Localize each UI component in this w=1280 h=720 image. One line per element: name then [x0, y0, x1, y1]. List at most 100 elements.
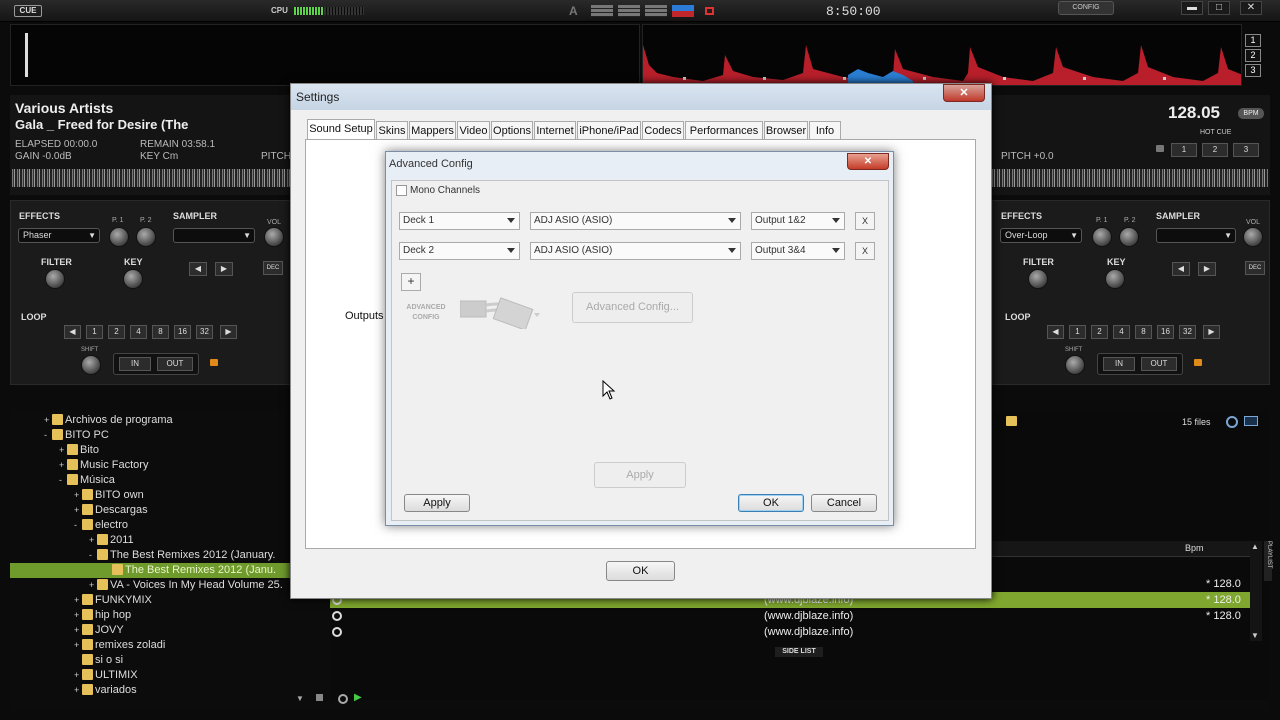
left-loop-in-button[interactable]: IN: [119, 357, 151, 371]
deck2-remove-button[interactable]: X: [855, 242, 875, 260]
tab-iphone-ipad[interactable]: iPhone/iPad: [577, 121, 641, 140]
left-loop-8-button[interactable]: 8: [152, 325, 169, 339]
tree-toggle-icon[interactable]: +: [74, 683, 82, 698]
left-loop-halve-button[interactable]: ◀: [64, 325, 81, 339]
right-loop-double-button[interactable]: ▶: [1203, 325, 1220, 339]
side-list-tab[interactable]: SIDE LIST: [775, 647, 823, 657]
left-loop-4-button[interactable]: 4: [130, 325, 147, 339]
tree-item[interactable]: + ULTIMIX: [10, 668, 328, 683]
right-loop-halve-button[interactable]: ◀: [1047, 325, 1064, 339]
lock-icon[interactable]: [1194, 359, 1202, 366]
left-key-knob[interactable]: [123, 269, 143, 289]
right-shift-knob[interactable]: [1065, 355, 1085, 375]
tree-item[interactable]: + variados: [10, 683, 328, 698]
deck1-remove-button[interactable]: X: [855, 212, 875, 230]
deck1-driver-select[interactable]: ADJ ASIO (ASIO): [530, 212, 741, 230]
tree-toggle-icon[interactable]: +: [74, 668, 82, 683]
right-sampler-prev-button[interactable]: ◀: [1172, 262, 1190, 276]
tree-toggle-icon[interactable]: +: [44, 413, 52, 428]
table-row[interactable]: (www.djblaze.info): [330, 624, 1250, 640]
tree-toggle-icon[interactable]: -: [74, 518, 82, 533]
tree-toggle-icon[interactable]: +: [74, 608, 82, 623]
mono-channels-checkbox[interactable]: [396, 185, 407, 196]
left-mini-waveform[interactable]: [12, 169, 290, 187]
tree-item[interactable]: - Música: [10, 473, 328, 488]
left-sampler-next-button[interactable]: ▶: [215, 262, 233, 276]
add-row-button[interactable]: +: [401, 273, 421, 291]
right-loop-1-button[interactable]: 1: [1069, 325, 1086, 339]
deck1-output-select[interactable]: Output 1&2: [751, 212, 845, 230]
right-loop-2-button[interactable]: 2: [1091, 325, 1108, 339]
hot-cue-3[interactable]: 3: [1233, 143, 1259, 157]
right-loop-16-button[interactable]: 16: [1157, 325, 1174, 339]
right-sampler-next-button[interactable]: ▶: [1198, 262, 1216, 276]
config-button[interactable]: CONFIG: [1058, 1, 1114, 15]
record-icon[interactable]: [705, 7, 714, 15]
tree-item[interactable]: + VA - Voices In My Head Volume 25.: [10, 578, 328, 593]
right-mini-waveform[interactable]: [992, 169, 1268, 187]
deck-3-selector[interactable]: 3: [1245, 64, 1261, 77]
hot-cue-1[interactable]: 1: [1171, 143, 1197, 157]
tab-codecs[interactable]: Codecs: [642, 121, 684, 140]
tab-sound-setup[interactable]: Sound Setup: [307, 119, 375, 140]
maximize-button[interactable]: □: [1208, 1, 1230, 15]
tree-toggle-icon[interactable]: +: [74, 503, 82, 518]
layout-icon-2[interactable]: [618, 5, 640, 17]
bpm-column-header[interactable]: Bpm: [1185, 543, 1204, 553]
search-icon[interactable]: [338, 694, 348, 704]
inner-apply-button[interactable]: Apply: [594, 462, 686, 488]
left-effect-select[interactable]: Phaser ▼: [18, 228, 100, 243]
layout-icon-1[interactable]: [591, 5, 613, 17]
tab-mappers[interactable]: Mappers: [409, 121, 456, 140]
tree-item[interactable]: + Bito: [10, 443, 328, 458]
left-sampler-prev-button[interactable]: ◀: [189, 262, 207, 276]
advanced-config-button[interactable]: Advanced Config...: [572, 292, 693, 323]
left-shift-knob[interactable]: [81, 355, 101, 375]
right-loop-8-button[interactable]: 8: [1135, 325, 1152, 339]
left-sampler-select[interactable]: ▼: [173, 228, 255, 243]
right-loop-in-button[interactable]: IN: [1103, 357, 1135, 371]
tree-item[interactable]: + Archivos de programa: [10, 413, 328, 428]
right-effect-select[interactable]: Over-Loop ▼: [1000, 228, 1082, 243]
file-list-scrollbar[interactable]: ▲ ▼: [1250, 541, 1262, 641]
cancel-button[interactable]: Cancel: [811, 494, 877, 512]
deck1-select[interactable]: Deck 1: [399, 212, 520, 230]
tree-toggle-icon[interactable]: +: [59, 443, 67, 458]
tree-item[interactable]: + hip hop: [10, 608, 328, 623]
tree-item[interactable]: The Best Remixes 2012 (Janu.: [10, 563, 328, 578]
tree-item[interactable]: + BITO own: [10, 488, 328, 503]
lock-icon[interactable]: [210, 359, 218, 366]
right-loop-32-button[interactable]: 32: [1179, 325, 1196, 339]
tab-performances[interactable]: Performances: [685, 121, 763, 140]
scroll-down-icon[interactable]: ▼: [1251, 631, 1259, 640]
right-p2-knob[interactable]: [1119, 227, 1139, 247]
tree-scroll-down-icon[interactable]: ▼: [296, 694, 304, 703]
settings-close-button[interactable]: ✕: [943, 84, 985, 102]
left-loop-1-button[interactable]: 1: [86, 325, 103, 339]
deck-2-selector[interactable]: 2: [1245, 49, 1261, 62]
tree-toggle-icon[interactable]: +: [74, 488, 82, 503]
minimize-button[interactable]: ▬: [1181, 1, 1203, 15]
close-app-button[interactable]: ✕: [1240, 1, 1262, 15]
folder-icon[interactable]: [1006, 416, 1017, 426]
tree-item[interactable]: - The Best Remixes 2012 (January.: [10, 548, 328, 563]
tree-item[interactable]: - electro: [10, 518, 328, 533]
deck-1-selector[interactable]: 1: [1245, 34, 1261, 47]
tree-toggle-icon[interactable]: +: [59, 458, 67, 473]
tab-skins[interactable]: Skins: [376, 121, 408, 140]
tab-browser[interactable]: Browser: [764, 121, 808, 140]
tree-item[interactable]: + JOVY: [10, 623, 328, 638]
deck2-output-select[interactable]: Output 3&4: [751, 242, 845, 260]
right-filter-knob[interactable]: [1028, 269, 1048, 289]
deck2-driver-select[interactable]: ADJ ASIO (ASIO): [530, 242, 741, 260]
layout-icon-active[interactable]: [672, 5, 694, 17]
right-dec-button[interactable]: DEC: [1245, 261, 1265, 275]
search-icon[interactable]: [1226, 416, 1238, 428]
left-vol-knob[interactable]: [264, 227, 284, 247]
ok-button[interactable]: OK: [738, 494, 804, 512]
left-p2-knob[interactable]: [136, 227, 156, 247]
tree-item[interactable]: +2011: [10, 533, 328, 548]
tree-toggle-icon[interactable]: -: [89, 548, 97, 563]
tab-info[interactable]: Info: [809, 121, 841, 140]
play-icon[interactable]: ▶: [354, 692, 362, 703]
